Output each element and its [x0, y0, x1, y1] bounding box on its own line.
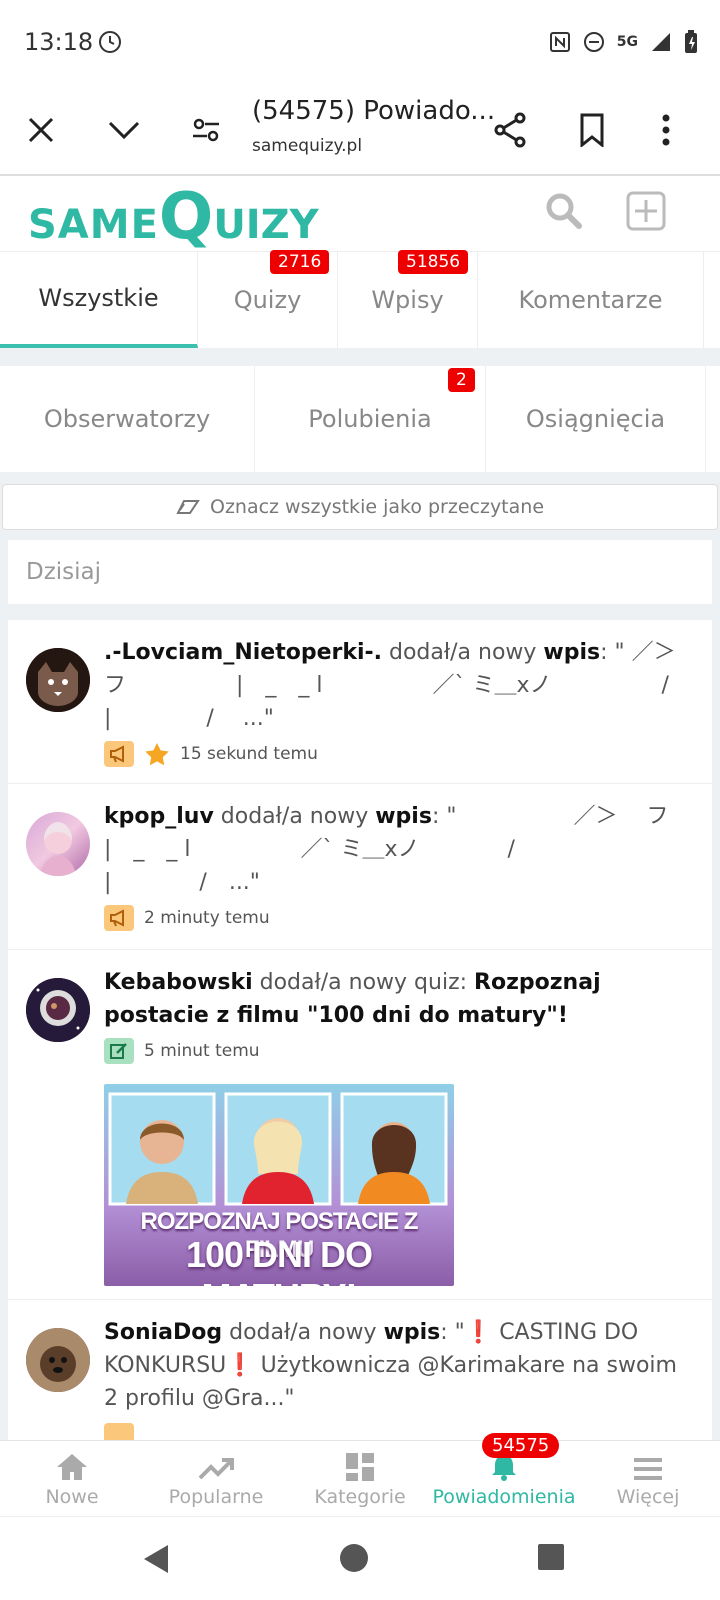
notification-text: kpop_luv dodał/a nowy wpis: " ／＞ フ | _ _…: [104, 804, 712, 895]
divider: [0, 348, 720, 366]
more-vert-icon: [662, 114, 670, 146]
quizzes-count-badge: 2716: [270, 250, 330, 274]
avatar[interactable]: [26, 978, 90, 1042]
posts-count-badge: 51856: [398, 250, 469, 274]
nav-notifications[interactable]: Powiadomienia 54575: [432, 1433, 576, 1516]
user-avatar-image: [40, 822, 76, 876]
megaphone-icon: [104, 1423, 134, 1440]
tab-followers[interactable]: Obserwatorzy: [0, 366, 255, 472]
notification-text: SoniaDog dodał/a nowy wpis: "❗ CASTING D…: [104, 1320, 677, 1411]
add-content-button[interactable]: [626, 191, 666, 235]
bookmark-button[interactable]: [570, 108, 614, 152]
notification-item[interactable]: Kebabowski dodał/a nowy quiz: Rozpoznaj …: [8, 950, 712, 1300]
avatar[interactable]: [26, 812, 90, 876]
avatar[interactable]: [26, 648, 90, 712]
plus-square-icon: [626, 191, 666, 231]
close-icon: [28, 117, 54, 143]
nav-more[interactable]: Więcej: [576, 1441, 720, 1516]
minimize-button[interactable]: [102, 108, 146, 152]
megaphone-icon: [104, 741, 134, 767]
astronaut-avatar-image: [26, 978, 90, 1042]
username[interactable]: Kebabowski: [104, 970, 253, 995]
status-icons: 5G: [549, 30, 698, 54]
signal-icon: [652, 33, 670, 51]
notification-meta: 5 minut temu: [104, 1038, 694, 1064]
notification-tabs-primary: Wszystkie Quizy 2716 Wpisy 51856 Komenta…: [0, 250, 720, 348]
browser-toolbar: (54575) Powiado... samequizy.pl: [0, 86, 720, 176]
timestamp: 15 sekund temu: [180, 744, 318, 764]
tab-posts[interactable]: Wpisy 51856: [338, 250, 478, 348]
dog-avatar-image: [26, 1328, 90, 1392]
nav-categories[interactable]: Kategorie: [288, 1441, 432, 1516]
tab-quizzes[interactable]: Quizy 2716: [198, 250, 338, 348]
username[interactable]: SoniaDog: [104, 1320, 222, 1345]
share-button[interactable]: [488, 108, 532, 152]
nav-new[interactable]: Nowe: [0, 1441, 144, 1516]
timestamp: 2 minuty temu: [144, 908, 270, 928]
search-button[interactable]: [545, 192, 583, 234]
notification-feed: .-Lovciam_Nietoperki-. dodał/a nowy wpis…: [8, 620, 712, 1440]
notification-item[interactable]: .-Lovciam_Nietoperki-. dodał/a nowy wpis…: [8, 620, 712, 784]
home-icon: [57, 1454, 87, 1480]
page-url[interactable]: samequizy.pl: [252, 136, 362, 156]
edit-icon: [104, 1038, 134, 1064]
bottom-navigation: Nowe Popularne Kategorie Powiadomienia 5…: [0, 1433, 720, 1516]
timestamp: 5 minut temu: [144, 1041, 260, 1061]
tab-likes[interactable]: Polubienia 2: [255, 366, 486, 472]
quiz-thumbnail[interactable]: ROZPOZNAJ POSTACIE Z FILMU 100 DNI DO MA…: [104, 1084, 454, 1286]
home-circle-icon[interactable]: [338, 1542, 370, 1574]
recents-icon[interactable]: [537, 1543, 565, 1571]
likes-count-badge: 2: [448, 368, 475, 392]
notification-item[interactable]: kpop_luv dodał/a nowy wpis: " ／＞ フ | _ _…: [8, 784, 712, 950]
tab-achievements[interactable]: Osiągnięcia: [486, 366, 706, 472]
share-icon: [494, 112, 526, 148]
samequizy-logo[interactable]: SAMEQUIZY: [28, 180, 319, 254]
notifications-count-badge: 54575: [482, 1433, 560, 1458]
avatar[interactable]: [26, 1328, 90, 1392]
section-label-today: Dzisiaj: [8, 540, 712, 604]
notification-item[interactable]: SoniaDog dodał/a nowy wpis: "❗ CASTING D…: [8, 1300, 712, 1440]
do-not-disturb-icon: [583, 32, 604, 52]
megaphone-icon: [104, 905, 134, 931]
nav-popular[interactable]: Popularne: [144, 1441, 288, 1516]
bookmark-icon: [580, 113, 604, 147]
notification-tabs-secondary: Obserwatorzy Polubienia 2 Osiągnięcia: [0, 366, 720, 472]
search-icon: [546, 193, 582, 229]
status-time: 13:18: [24, 28, 94, 56]
bat-avatar-image: [26, 648, 90, 712]
back-icon[interactable]: [142, 1543, 170, 1575]
page-title: (54575) Powiado...: [252, 96, 496, 126]
tab-comments[interactable]: Komentarze: [478, 252, 704, 348]
dashboard-icon: [346, 1453, 374, 1481]
more-options-button[interactable]: [644, 108, 688, 152]
username[interactable]: .-Lovciam_Nietoperki-.: [104, 640, 382, 665]
mark-all-read-button[interactable]: Oznacz wszystkie jako przeczytane: [2, 484, 718, 530]
trending-up-icon: [198, 1458, 234, 1480]
tab-all[interactable]: Wszystkie: [0, 252, 198, 348]
notification-text: Kebabowski dodał/a nowy quiz: Rozpoznaj …: [104, 970, 601, 1028]
username[interactable]: kpop_luv: [104, 804, 214, 829]
site-header: SAMEQUIZY: [0, 176, 720, 254]
tune-icon: [193, 118, 219, 142]
status-bar: 13:18 5G: [0, 0, 720, 86]
nfc-icon: [549, 32, 570, 52]
thumbnail-caption-line2: 100 DNI DO MATURY!: [185, 1234, 373, 1286]
chevron-down-icon: [108, 121, 140, 140]
eraser-icon: [176, 500, 200, 514]
notification-meta: 15 sekund temu: [104, 741, 694, 767]
network-type: 5G: [616, 34, 638, 50]
star-icon: [145, 743, 169, 766]
notification-meta: 2 minuty temu: [104, 905, 694, 931]
menu-icon: [634, 1458, 662, 1480]
battery-icon: [685, 30, 697, 53]
system-navigation: [0, 1516, 720, 1600]
notification-text: .-Lovciam_Nietoperki-. dodał/a nowy wpis…: [104, 640, 712, 731]
site-settings-button[interactable]: [184, 108, 228, 152]
close-tab-button[interactable]: [19, 108, 63, 152]
alarm-clock-icon: [99, 31, 121, 53]
